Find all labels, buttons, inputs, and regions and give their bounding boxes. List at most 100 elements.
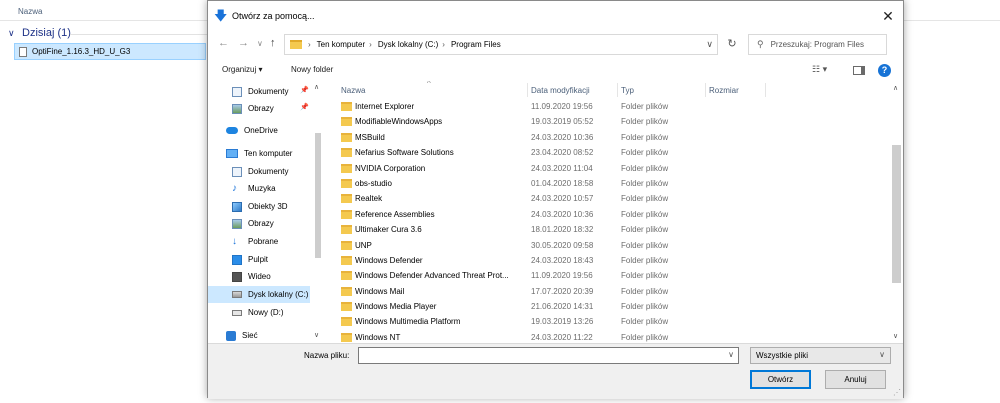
chevron-down-icon: ∨ — [8, 27, 15, 38]
help-icon[interactable]: ? — [878, 64, 891, 77]
sidebar-item-pictures[interactable]: Obrazy — [208, 215, 310, 232]
sidebar-item-documents[interactable]: Dokumenty — [208, 163, 310, 180]
table-row[interactable]: Realtek 24.03.2020 10:57 Folder plików — [325, 191, 885, 206]
breadcrumb-item[interactable]: Program Files — [451, 40, 501, 49]
pin-icon[interactable]: 📌 — [300, 103, 309, 111]
sidebar-item-pictures-pinned[interactable]: Obrazy 📌 — [208, 100, 310, 117]
table-row[interactable]: Reference Assemblies 24.03.2020 10:36 Fold… — [325, 207, 885, 222]
chevron-down-icon[interactable]: ∨ — [706, 39, 713, 50]
refresh-icon[interactable]: ↻ — [722, 35, 742, 54]
sidebar-item-downloads[interactable]: ↓ Pobrane — [208, 233, 310, 250]
sidebar-item-documents-pinned[interactable]: Dokumenty 📌 — [208, 83, 310, 100]
pictures-icon — [232, 103, 242, 114]
file-type-filter-value: Wszystkie pliki — [756, 351, 809, 360]
forward-arrow-icon[interactable]: → — [238, 37, 249, 49]
column-header-type[interactable]: Typ — [621, 81, 705, 99]
sidebar-item-label: Dokumenty — [248, 167, 289, 176]
scroll-down-icon[interactable]: ∨ — [893, 332, 898, 340]
table-row[interactable]: ModifiableWindowsApps 19.03.2019 05:52 Fol… — [325, 114, 885, 129]
cancel-button[interactable]: Anuluj — [825, 370, 886, 389]
file-name: Windows Defender Advanced Threat Prot... — [355, 271, 509, 281]
file-type: Folder plików — [621, 209, 669, 219]
file-type: Folder plików — [621, 317, 669, 327]
file-type: Folder plików — [621, 302, 669, 312]
sidebar-item-3d-objects[interactable]: Obiekty 3D — [208, 198, 310, 215]
column-divider[interactable] — [527, 83, 528, 97]
view-options-icon[interactable]: ☷ ▾ — [812, 64, 827, 75]
close-icon[interactable]: ✕ — [881, 9, 895, 23]
column-divider[interactable] — [705, 83, 706, 97]
column-header-name[interactable]: Nazwa — [341, 81, 527, 99]
table-row[interactable]: NVIDIA Corporation 24.03.2020 11:04 Folder… — [325, 161, 885, 176]
open-button[interactable]: Otwórz — [750, 370, 811, 389]
scroll-up-icon[interactable]: ∧ — [893, 84, 898, 92]
up-arrow-icon[interactable]: ↑ — [270, 37, 276, 49]
folder-icon — [341, 194, 352, 204]
table-row[interactable]: Nefarius Software Solutions 23.04.2020 08… — [325, 145, 885, 160]
dialog-titlebar[interactable]: 🡇 Otwórz za pomocą... ✕ — [208, 1, 903, 31]
scrollbar-thumb[interactable] — [892, 145, 901, 283]
organize-button[interactable]: Organizuj ▾ — [222, 65, 262, 74]
column-divider[interactable] — [765, 83, 766, 97]
sidebar-item-network[interactable]: Sieć — [208, 327, 310, 343]
breadcrumb-separator-icon[interactable]: › — [442, 40, 445, 49]
table-row[interactable]: Windows Media Player 21.06.2020 14:31 Fold… — [325, 299, 885, 314]
table-row[interactable]: MSBuild 24.03.2020 10:36 Folder plików — [325, 130, 885, 145]
table-row[interactable]: Windows NT 24.03.2020 11:22 Folder plików — [325, 330, 885, 343]
file-name: ModifiableWindowsApps — [355, 117, 443, 127]
scrollbar-thumb[interactable] — [315, 133, 321, 258]
file-name: Windows NT — [355, 332, 401, 342]
folder-icon — [341, 317, 352, 327]
chevron-down-icon[interactable]: ∨ — [728, 350, 734, 359]
sidebar-item-this-pc[interactable]: Ten komputer — [208, 145, 310, 162]
sidebar-item-label: Dysk lokalny (C:) — [248, 290, 309, 299]
file-date: 19.03.2019 05:52 — [531, 117, 594, 127]
sidebar-item-local-disk-c[interactable]: Dysk lokalny (C:) — [208, 286, 310, 303]
column-header-size[interactable]: Rozmiar — [709, 81, 765, 99]
scroll-down-icon[interactable]: ∨ — [314, 331, 319, 339]
file-type-filter[interactable]: Wszystkie pliki ∨ — [750, 347, 891, 364]
file-list-scrollbar[interactable]: ∧ ∨ — [889, 81, 904, 343]
background-group-header[interactable]: ∨ Dzisiaj (1) — [8, 27, 71, 39]
new-folder-button[interactable]: Nowy folder — [291, 65, 333, 74]
document-icon — [232, 86, 242, 97]
breadcrumb-separator-icon[interactable]: › — [369, 40, 372, 49]
sidebar-item-music[interactable]: ♪ Muzyka — [208, 180, 310, 197]
table-row[interactable]: obs-studio 01.04.2020 18:58 Folder plików — [325, 176, 885, 191]
background-column-header[interactable]: Nazwa — [18, 7, 42, 16]
resize-grip-icon[interactable]: ⋰ — [893, 388, 901, 397]
table-row[interactable]: Windows Defender 24.03.2020 18:43 Folder p… — [325, 253, 885, 268]
sidebar-item-videos[interactable]: Wideo — [208, 268, 310, 285]
background-selected-file[interactable]: OptiFine_1.16.3_HD_U_G3 — [14, 43, 206, 60]
chevron-down-icon[interactable]: ∨ — [879, 350, 885, 359]
cloud-icon — [226, 127, 238, 134]
breadcrumb-item[interactable]: Dysk lokalny (C:) — [378, 40, 438, 49]
sidebar-item-desktop[interactable]: Pulpit — [208, 251, 310, 268]
table-row[interactable]: Windows Mail 17.07.2020 20:39 Folder plikó… — [325, 284, 885, 299]
search-input[interactable]: ⚲ Przeszukaj: Program Files — [748, 34, 887, 55]
recent-locations-chevron-icon[interactable]: ∨ — [257, 39, 263, 48]
scroll-up-icon[interactable]: ∧ — [314, 83, 319, 91]
preview-pane-icon[interactable] — [853, 66, 865, 75]
table-row[interactable]: Internet Explorer 11.09.2020 19:56 Folder … — [325, 99, 885, 114]
navigation-bar: ← → ∨ ↑ › Ten komputer › Dysk lokalny (C… — [208, 31, 903, 57]
sidebar-item-onedrive[interactable]: OneDrive — [208, 122, 310, 139]
column-header-date[interactable]: Data modyfikacji — [531, 81, 617, 99]
column-divider[interactable] — [617, 83, 618, 97]
sidebar-item-new-d[interactable]: Nowy (D:) — [208, 304, 310, 321]
file-name: UNP — [355, 240, 372, 250]
sidebar-item-label: Pulpit — [248, 255, 269, 264]
sidebar-item-label: Obrazy — [248, 219, 274, 228]
filename-input[interactable]: ∨ — [358, 347, 739, 364]
table-row[interactable]: Windows Multimedia Platform 19.03.2019 13… — [325, 314, 885, 329]
search-icon: ⚲ — [757, 39, 764, 49]
sidebar-scrollbar[interactable]: ∧ ∨ — [312, 81, 324, 343]
table-row[interactable]: Windows Defender Advanced Threat Prot...… — [325, 268, 885, 283]
table-row[interactable]: Ultimaker Cura 3.6 18.01.2020 18:32 Folder… — [325, 222, 885, 237]
address-bar[interactable]: › Ten komputer › Dysk lokalny (C:) › Pro… — [284, 34, 718, 55]
breadcrumb-item[interactable]: Ten komputer — [317, 40, 365, 49]
breadcrumb-separator-icon: › — [308, 40, 311, 49]
table-row[interactable]: UNP 30.05.2020 09:58 Folder plików — [325, 238, 885, 253]
pin-icon[interactable]: 📌 — [300, 86, 309, 94]
back-arrow-icon[interactable]: ← — [218, 37, 229, 49]
